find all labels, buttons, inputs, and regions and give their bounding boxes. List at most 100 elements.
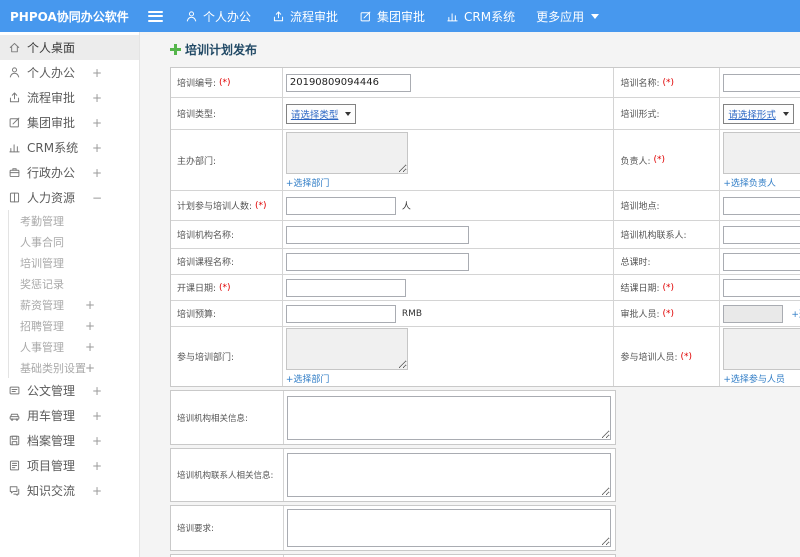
- sidebar-item-crm-system[interactable]: CRM系统 +: [0, 135, 139, 160]
- expand-toggle-icon[interactable]: +: [92, 409, 102, 423]
- training-requirements-textarea[interactable]: [287, 509, 611, 547]
- expand-toggle-icon[interactable]: +: [92, 116, 102, 130]
- expand-toggle-icon[interactable]: −: [92, 191, 102, 205]
- training-form-select[interactable]: 请选择形式: [723, 103, 794, 124]
- expand-toggle-icon[interactable]: +: [92, 434, 102, 448]
- sidebar-item-label: 个人办公: [27, 66, 76, 80]
- training-place-input[interactable]: [723, 196, 800, 215]
- top-nav-item-more-apps[interactable]: 更多应用: [532, 8, 603, 25]
- field-label-text: 审批人员:: [620, 310, 660, 320]
- chevron-down-icon: [782, 111, 789, 119]
- field-label-text: 培训课程名称:: [177, 258, 235, 268]
- leader-select-link[interactable]: +选择负责人: [723, 176, 800, 189]
- join-depts-box[interactable]: [285, 328, 408, 370]
- field-label-text: 培训要求:: [177, 524, 214, 534]
- sidebar-subitem-recruitment-mgmt[interactable]: 招聘管理 +: [9, 315, 139, 336]
- expand-toggle-icon[interactable]: +: [85, 340, 95, 354]
- sidebar-item-label: 个人桌面: [27, 41, 76, 55]
- sidebar-item-archive-mgmt[interactable]: 档案管理 +: [0, 428, 139, 453]
- field-label: 开课日期: (*): [171, 275, 283, 300]
- menu-toggle-icon[interactable]: [148, 10, 163, 22]
- join-members-select-link[interactable]: +选择参与人员: [723, 372, 800, 385]
- top-nav-item-crm-system[interactable]: CRM系统: [442, 8, 519, 25]
- field-label: 参与培训部门:: [171, 327, 283, 386]
- sidebar-item-vehicle-mgmt[interactable]: 用车管理 +: [0, 403, 139, 428]
- total-hours-input[interactable]: [723, 252, 800, 271]
- approver-box[interactable]: [723, 304, 784, 323]
- expand-toggle-icon[interactable]: +: [92, 66, 102, 80]
- sidebar-subitem-attendance-mgmt[interactable]: 考勤管理: [9, 210, 139, 231]
- main-content: 培训计划发布 培训编号:(*)培训名称:(*)培训类型:请选择类型培训形式:请选…: [140, 32, 800, 557]
- start-date-input[interactable]: [285, 278, 406, 297]
- end-date-input[interactable]: [723, 278, 800, 297]
- field-cell: +选择部门: [283, 327, 615, 386]
- sidebar-subitem-salary-mgmt[interactable]: 薪资管理 +: [9, 294, 139, 315]
- app-logo: PHPOA协同办公软件: [10, 9, 129, 24]
- top-nav-item-group-approval[interactable]: 集团审批: [355, 8, 429, 25]
- sidebar-item-label: 流程审批: [27, 91, 76, 105]
- field-label-text: 培训形式:: [620, 110, 660, 120]
- field-cell: [283, 506, 615, 550]
- sidebar-subitem-personnel-mgmt[interactable]: 人事管理 +: [9, 336, 139, 357]
- expand-toggle-icon[interactable]: +: [92, 166, 102, 180]
- sidebar-subitem-hr-contract[interactable]: 人事合同: [9, 231, 139, 252]
- sidebar-item-personal-office[interactable]: 个人办公 +: [0, 60, 139, 85]
- org-info-textarea[interactable]: [287, 395, 611, 440]
- sidebar-subitem-reward-punish-records[interactable]: 奖惩记录: [9, 273, 139, 294]
- expand-toggle-icon[interactable]: +: [92, 141, 102, 155]
- select-value: 请选择类型: [290, 109, 339, 121]
- sidebar: 个人桌面 个人办公 + 流程审批 + 集团审批 + CRM系统 + 行政办公 + 人力资源 − 考勤管理人…: [0, 32, 140, 557]
- sidebar-item-project-mgmt[interactable]: 项目管理 +: [0, 453, 139, 478]
- top-nav-item-workflow-approval[interactable]: 流程审批: [268, 8, 342, 25]
- course-name-input[interactable]: [285, 252, 469, 271]
- join-members-picker-group: +选择参与人员: [723, 324, 800, 389]
- join-members-box[interactable]: [723, 328, 800, 370]
- field-label-text: 培训预算:: [177, 310, 217, 320]
- sidebar-item-knowledge-exchange[interactable]: 知识交流 +: [0, 478, 139, 503]
- field-cell: [720, 68, 800, 97]
- unit-label: 人: [401, 202, 411, 212]
- book-icon: [8, 191, 21, 204]
- budget-input[interactable]: [285, 304, 396, 323]
- expand-toggle-icon[interactable]: +: [85, 361, 95, 375]
- expand-toggle-icon[interactable]: +: [92, 91, 102, 105]
- expand-toggle-icon[interactable]: +: [92, 459, 102, 473]
- top-nav-item-personal-office[interactable]: 个人办公: [181, 8, 255, 25]
- page-title: 培训计划发布: [185, 43, 258, 57]
- form-row: 培训机构名称: 培训机构联系人:: [171, 221, 800, 249]
- leader-box[interactable]: [723, 131, 800, 174]
- add-icon: [170, 44, 181, 55]
- chat-icon: [8, 484, 21, 497]
- sidebar-subitem-label: 招聘管理: [20, 319, 64, 333]
- edit-icon: [8, 116, 21, 129]
- planned-participants-input[interactable]: [285, 196, 396, 215]
- sidebar-item-group-approval[interactable]: 集团审批 +: [0, 110, 139, 135]
- form-row: 开课日期: (*) 结课日期: (*): [171, 275, 800, 301]
- sidebar-item-human-resources[interactable]: 人力资源 −: [0, 185, 139, 210]
- training-no-input[interactable]: [285, 73, 411, 92]
- sidebar-item-personal-desktop[interactable]: 个人桌面: [0, 35, 139, 60]
- expand-toggle-icon[interactable]: +: [92, 484, 102, 498]
- sidebar-subitem-training-mgmt[interactable]: 培训管理: [9, 252, 139, 273]
- org-contact-info-textarea[interactable]: [287, 453, 611, 497]
- host-dept-box[interactable]: [285, 131, 408, 174]
- training-name-input[interactable]: [723, 73, 800, 92]
- expand-toggle-icon[interactable]: +: [85, 319, 95, 333]
- expand-toggle-icon[interactable]: +: [85, 298, 95, 312]
- join-depts-select-link[interactable]: +选择部门: [286, 372, 408, 385]
- host-dept-select-link[interactable]: +选择部门: [286, 176, 408, 189]
- sidebar-item-label: 行政办公: [27, 166, 76, 180]
- sidebar-item-workflow-approval[interactable]: 流程审批 +: [0, 85, 139, 110]
- expand-toggle-icon[interactable]: +: [92, 384, 102, 398]
- org-name-input[interactable]: [285, 225, 469, 244]
- sidebar-item-admin-office[interactable]: 行政办公 +: [0, 160, 139, 185]
- sidebar-item-label: 人力资源: [27, 191, 76, 205]
- sidebar-subitem-basic-category-settings[interactable]: 基础类别设置 +: [9, 357, 139, 378]
- org-contact-input[interactable]: [723, 225, 800, 244]
- training-type-select[interactable]: 请选择类型: [285, 103, 357, 124]
- approver-select-link[interactable]: +选择审批人员: [791, 307, 800, 320]
- chevron-down-icon: [345, 111, 352, 119]
- sidebar-item-label: 集团审批: [27, 116, 76, 130]
- sidebar-item-document-mgmt[interactable]: 公文管理 +: [0, 378, 139, 403]
- field-cell: +选择负责人: [720, 130, 800, 190]
